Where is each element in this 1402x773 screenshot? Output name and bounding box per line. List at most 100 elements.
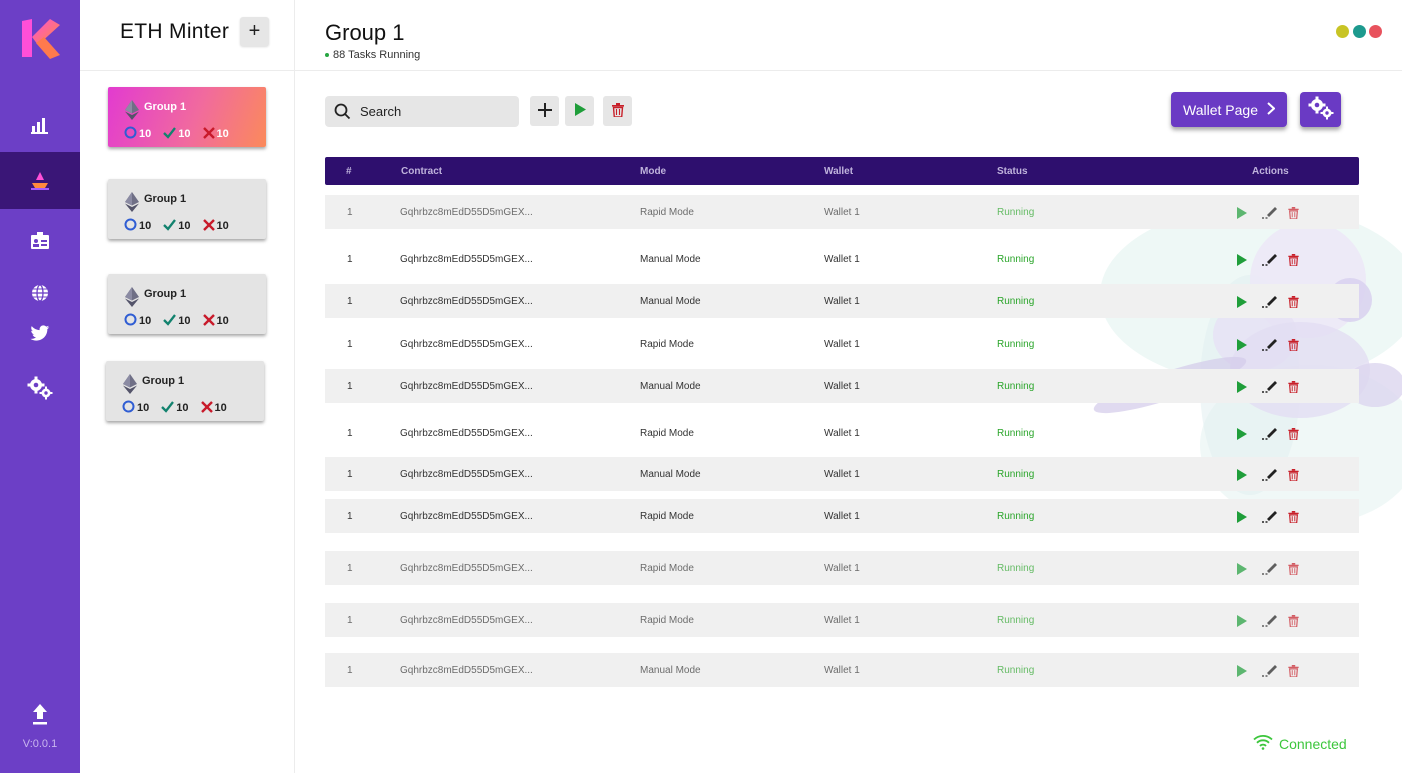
wallet-name: Wallet 1: [824, 469, 860, 480]
table-row: 1 Gqhrbzc8mEdD55D5mGEX... Rapid Mode Wallet…: [325, 195, 1359, 229]
failed-stat: 10: [202, 218, 229, 234]
checkmark-icon: [163, 313, 178, 329]
trash-icon: [1288, 560, 1299, 579]
running-stat: 10: [124, 218, 151, 234]
delete-task-button[interactable]: [1288, 378, 1314, 397]
window-minimize-button[interactable]: [1336, 25, 1349, 38]
wallet-page-button[interactable]: Wallet Page: [1171, 92, 1287, 127]
wifi-icon: [1253, 734, 1279, 753]
tasks-running-status: 88 Tasks Running: [325, 49, 420, 61]
play-icon: [1236, 204, 1247, 223]
task-status: Running: [997, 207, 1035, 218]
window-close-button[interactable]: [1369, 25, 1382, 38]
pencil-icon: [1262, 251, 1278, 270]
trash-icon: [1288, 508, 1299, 527]
globe-icon: [31, 284, 49, 302]
trash-icon: [1288, 251, 1299, 270]
ethereum-icon: [123, 374, 137, 398]
trash-icon: [1288, 204, 1299, 223]
delete-all-button[interactable]: [603, 96, 632, 126]
start-task-button[interactable]: [1236, 425, 1262, 444]
id-card-icon: [30, 232, 50, 250]
search-input[interactable]: [360, 102, 510, 121]
task-status: Running: [997, 296, 1035, 307]
groups-header: ETH Minter +: [80, 0, 295, 71]
delete-task-button[interactable]: [1288, 251, 1314, 270]
nav-web[interactable]: [0, 273, 80, 313]
add-task-button[interactable]: [530, 96, 559, 126]
start-task-button[interactable]: [1236, 560, 1262, 579]
edit-task-button[interactable]: [1262, 612, 1288, 631]
running-count: 10: [139, 220, 152, 232]
sidebar-nav: V:0.0.1: [0, 0, 80, 773]
delete-task-button[interactable]: [1288, 508, 1314, 527]
edit-task-button[interactable]: [1262, 560, 1288, 579]
delete-task-button[interactable]: [1288, 560, 1314, 579]
group-name: Group 1: [144, 101, 187, 113]
table-row: 1 Gqhrbzc8mEdD55D5mGEX... Manual Mode Walle…: [325, 242, 1359, 276]
edit-task-button[interactable]: [1262, 204, 1288, 223]
row-actions: [1236, 336, 1314, 355]
group-card[interactable]: Group 1 10 10 10: [108, 179, 266, 239]
trash-icon: [1288, 612, 1299, 631]
group-stats: 10 10 10: [124, 218, 241, 234]
x-icon: [202, 218, 217, 234]
app-logo: [20, 17, 62, 61]
group-card[interactable]: Group 1 10 10 10: [108, 274, 266, 334]
delete-task-button[interactable]: [1288, 662, 1314, 681]
contract-address: Gqhrbzc8mEdD55D5mGEX...: [400, 469, 533, 480]
delete-task-button[interactable]: [1288, 425, 1314, 444]
group-card[interactable]: Group 1 10 10 10: [106, 361, 264, 421]
edit-task-button[interactable]: [1262, 251, 1288, 270]
row-number: 1: [347, 254, 353, 265]
row-number: 1: [347, 428, 353, 439]
add-group-button[interactable]: +: [240, 17, 269, 46]
nav-dashboard[interactable]: [0, 105, 80, 145]
edit-task-button[interactable]: [1262, 378, 1288, 397]
edit-task-button[interactable]: [1262, 336, 1288, 355]
edit-task-button[interactable]: [1262, 508, 1288, 527]
column-header-status: Status: [997, 166, 1028, 177]
group-settings-button[interactable]: [1300, 92, 1341, 127]
delete-task-button[interactable]: [1288, 466, 1314, 485]
nav-update[interactable]: [0, 695, 80, 735]
start-task-button[interactable]: [1236, 204, 1262, 223]
start-task-button[interactable]: [1236, 508, 1262, 527]
app-version: V:0.0.1: [22, 738, 58, 750]
delete-task-button[interactable]: [1288, 204, 1314, 223]
start-all-button[interactable]: [565, 96, 594, 126]
task-mode: Manual Mode: [640, 254, 701, 265]
nav-twitter[interactable]: [0, 313, 80, 353]
nav-profile[interactable]: [0, 221, 80, 261]
start-task-button[interactable]: [1236, 378, 1262, 397]
group-card[interactable]: Group 1 10 10 10: [108, 87, 266, 147]
edit-task-button[interactable]: [1262, 425, 1288, 444]
start-task-button[interactable]: [1236, 466, 1262, 485]
main-header: Group 1 88 Tasks Running: [295, 0, 1402, 71]
task-mode: Rapid Mode: [640, 339, 694, 350]
gears-icon: [27, 376, 53, 400]
start-task-button[interactable]: [1236, 293, 1262, 312]
task-mode: Manual Mode: [640, 381, 701, 392]
edit-task-button[interactable]: [1262, 293, 1288, 312]
start-task-button[interactable]: [1236, 662, 1262, 681]
nav-mint[interactable]: [0, 152, 80, 209]
start-task-button[interactable]: [1236, 251, 1262, 270]
edit-task-button[interactable]: [1262, 466, 1288, 485]
start-task-button[interactable]: [1236, 612, 1262, 631]
play-icon: [574, 103, 586, 119]
edit-task-button[interactable]: [1262, 662, 1288, 681]
delete-task-button[interactable]: [1288, 612, 1314, 631]
delete-task-button[interactable]: [1288, 293, 1314, 312]
failed-stat: 10: [202, 313, 229, 329]
nav-settings[interactable]: [0, 368, 80, 408]
window-maximize-button[interactable]: [1353, 25, 1366, 38]
table-header: # Contract Mode Wallet Status Actions: [325, 157, 1359, 185]
delete-task-button[interactable]: [1288, 336, 1314, 355]
start-task-button[interactable]: [1236, 336, 1262, 355]
contract-address: Gqhrbzc8mEdD55D5mGEX...: [400, 254, 533, 265]
success-stat: 10: [163, 218, 191, 234]
pencil-icon: [1262, 336, 1278, 355]
success-stat: 10: [163, 313, 191, 329]
app-title: ETH Minter: [120, 20, 230, 43]
